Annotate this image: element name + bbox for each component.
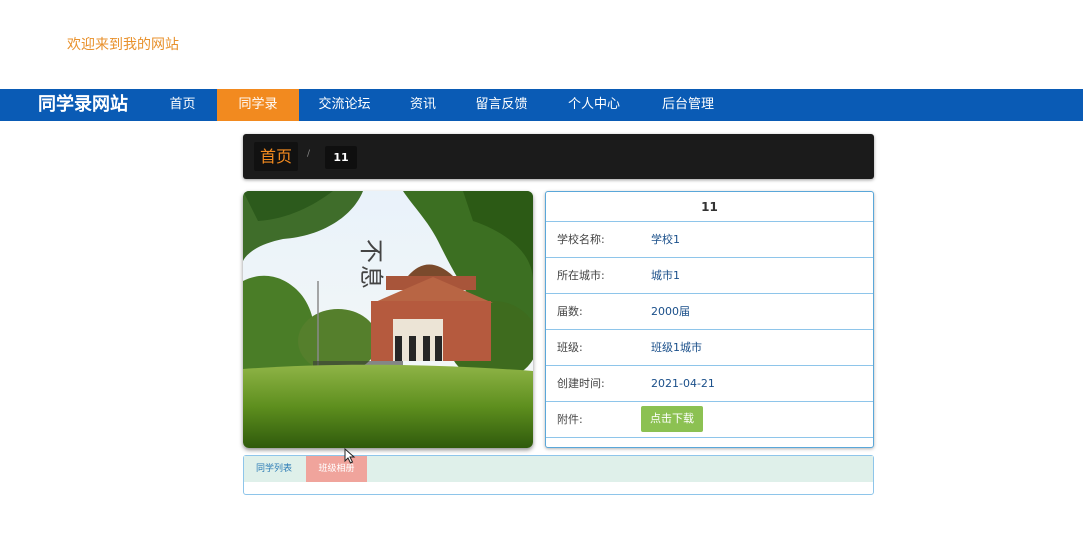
detail-label: 学校名称: [557, 233, 605, 246]
detail-value: 班级1城市 [651, 341, 702, 354]
breadcrumb-separator: / [307, 149, 311, 159]
nav-item-classmates[interactable]: 同学录 [217, 89, 299, 121]
detail-value: 城市1 [651, 269, 680, 282]
campus-photo-illustration: 不 息 [243, 191, 533, 448]
detail-label: 届数: [557, 305, 583, 318]
nav-underline [301, 121, 388, 123]
welcome-text: 欢迎来到我的网站 [67, 37, 179, 53]
download-button[interactable]: 点击下载 [641, 406, 703, 432]
detail-title: 11 [546, 192, 873, 222]
detail-row-created-at: 创建时间: 2021-04-21 [546, 366, 873, 402]
breadcrumb: 首页 / 11 [243, 134, 874, 179]
detail-label: 所在城市: [557, 269, 605, 282]
nav-item-label: 后台管理 [661, 97, 714, 112]
nav-item-label: 首页 [169, 97, 196, 112]
site-brand[interactable]: 同学录网站 [38, 89, 128, 121]
nav-item-profile[interactable]: 个人中心 [549, 89, 639, 123]
nav-underline [549, 121, 639, 123]
detail-value: 2000届 [651, 305, 690, 318]
main-navbar: 同学录网站 首页 同学录 交流论坛 资讯 留言反馈 个人中心 后台管理 [0, 89, 1083, 123]
nav-underline [150, 121, 215, 123]
nav-underline [643, 121, 733, 123]
class-tabs-panel: 同学列表 班级相册 [243, 455, 874, 495]
detail-label: 班级: [557, 341, 583, 354]
nav-item-admin[interactable]: 后台管理 [643, 89, 733, 123]
svg-text:不: 不 [357, 239, 385, 263]
detail-value: 学校1 [651, 233, 680, 246]
mouse-cursor-icon [344, 448, 356, 464]
nav-item-label: 资讯 [409, 97, 436, 112]
detail-row-city: 所在城市: 城市1 [546, 258, 873, 294]
tab-class-album[interactable]: 班级相册 [306, 456, 367, 482]
svg-text:息: 息 [357, 265, 385, 289]
nav-item-forum[interactable]: 交流论坛 [301, 89, 388, 123]
nav-underline [457, 121, 546, 123]
tab-classmate-list[interactable]: 同学列表 [244, 456, 304, 482]
nav-item-label: 交流论坛 [318, 97, 371, 112]
class-photo: 不 息 [243, 191, 533, 448]
detail-label: 创建时间: [557, 377, 605, 390]
breadcrumb-home-link[interactable]: 首页 [254, 142, 299, 171]
class-detail-card: 11 学校名称: 学校1 所在城市: 城市1 届数: 2000届 班级: 班级1… [545, 191, 874, 448]
detail-row-school: 学校名称: 学校1 [546, 222, 873, 258]
detail-value: 2021-04-21 [651, 377, 715, 390]
detail-row-graduation-year: 届数: 2000届 [546, 294, 873, 330]
nav-item-home[interactable]: 首页 [150, 89, 215, 123]
nav-item-news[interactable]: 资讯 [392, 89, 454, 123]
nav-item-label: 留言反馈 [475, 97, 528, 112]
detail-row-class: 班级: 班级1城市 [546, 330, 873, 366]
breadcrumb-current: 11 [325, 146, 357, 169]
detail-row-attachment: 附件: 点击下载 [546, 402, 873, 438]
tabs-strip: 同学列表 班级相册 [244, 456, 873, 482]
nav-item-feedback[interactable]: 留言反馈 [457, 89, 546, 123]
nav-item-label: 同学录 [238, 97, 278, 112]
nav-item-label: 个人中心 [567, 97, 620, 112]
detail-label: 附件: [557, 413, 583, 426]
nav-underline [392, 121, 454, 123]
